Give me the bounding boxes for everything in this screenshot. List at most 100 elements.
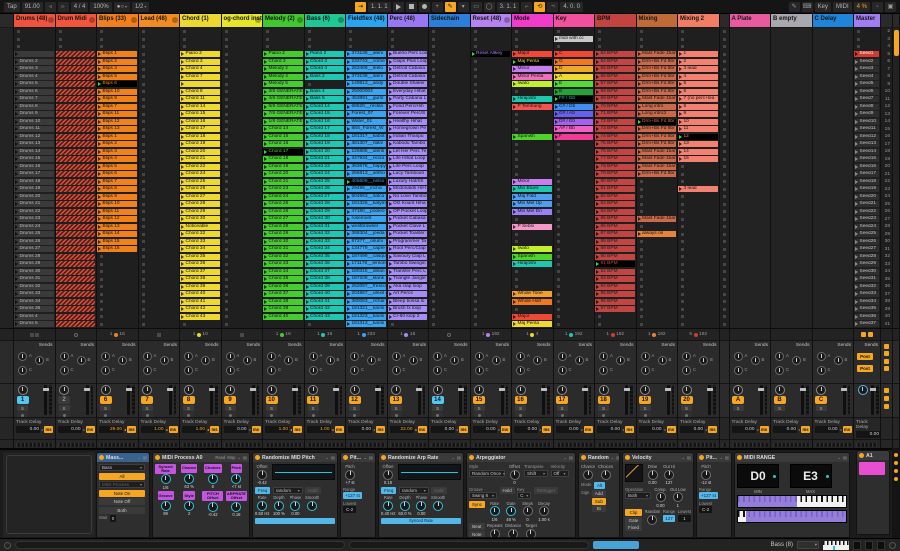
delay-spinner-icon[interactable]: ◂ — [622, 427, 624, 432]
clip[interactable] — [55, 148, 95, 155]
clip[interactable]: Chord 25 — [180, 178, 220, 185]
clip[interactable]: Chord 22 — [180, 163, 220, 170]
track-delay-value[interactable]: 29.00 — [99, 426, 123, 433]
clip-stop-button[interactable] — [224, 307, 228, 311]
bi-button[interactable]: Bi — [591, 505, 606, 512]
solo-button[interactable]: S — [639, 405, 651, 411]
clip-stop-button[interactable] — [432, 127, 435, 131]
clip[interactable]: Seed26 — [854, 238, 879, 245]
clip[interactable]: Chord 43 — [304, 313, 344, 320]
time-signature[interactable]: 4 / 4 — [70, 1, 89, 12]
volume-fader[interactable] — [250, 385, 256, 415]
clip[interactable]: Chord 28 — [263, 223, 303, 230]
clip-stop-button[interactable] — [639, 307, 643, 311]
clip-stop-button[interactable] — [722, 82, 726, 86]
clip-stop-button[interactable] — [224, 45, 228, 49]
clip-stop-button[interactable] — [349, 30, 352, 34]
send-a-knob[interactable] — [599, 352, 608, 361]
clip[interactable]: Blips 13 — [97, 126, 137, 133]
random-dropdown[interactable]: random ▾ — [272, 486, 303, 494]
delay-spinner-icon[interactable]: ◂ — [41, 427, 43, 432]
clip[interactable]: 373138__aleni — [346, 73, 386, 80]
smooth-knob[interactable]: Smooth — [305, 495, 319, 511]
track-delay-value[interactable]: 0.00 — [773, 426, 797, 433]
clip[interactable]: 65 BPM — [595, 66, 635, 73]
clip[interactable]: Tambo Swingin — [387, 261, 427, 268]
track-delay-value[interactable]: 1.00 — [182, 426, 206, 433]
track-header-b-empty[interactable]: B empty — [771, 14, 812, 27]
clip[interactable]: Chord 24 — [304, 171, 344, 178]
clip[interactable]: Blips 2 — [97, 141, 137, 148]
clip-stop-button[interactable] — [722, 277, 726, 281]
clip[interactable]: Lucy Tambouri — [387, 171, 427, 178]
clip[interactable]: Root Perc/Clap — [387, 246, 427, 253]
clip[interactable]: 134779__capre — [346, 246, 386, 253]
clip[interactable]: Chord 40 — [304, 291, 344, 298]
clip[interactable]: 6/8 GENERATE — [263, 103, 303, 110]
clip[interactable] — [55, 268, 95, 275]
clip[interactable]: 82 BPM — [595, 193, 635, 200]
clip[interactable]: 69 BPM — [595, 96, 635, 103]
clip-stop-button[interactable] — [681, 292, 684, 296]
solo-button[interactable]: S — [598, 405, 609, 411]
clip-stop-button[interactable] — [141, 67, 145, 71]
clip[interactable]: Life Perc Loop — [387, 163, 427, 170]
fold-icon[interactable]: ⌄ — [326, 455, 330, 460]
clip-stop-button[interactable] — [224, 127, 228, 131]
choices-knob[interactable]: Choices — [598, 464, 613, 480]
cue-volume-knob[interactable] — [857, 385, 868, 395]
clip[interactable]: Seed10 — [854, 118, 879, 125]
clip[interactable]: Chord 16 — [304, 118, 344, 125]
clip-stop-button[interactable] — [473, 45, 477, 49]
clip-stop-button[interactable] — [224, 240, 228, 244]
clip-stop-button[interactable] — [349, 37, 352, 41]
clip[interactable]: Mast Fade 1bar — [636, 51, 676, 58]
device-title-bar[interactable]: MIDI RANGE ⌄ ▤ — [735, 453, 849, 462]
clip[interactable]: Seed35 — [854, 306, 879, 313]
crossfader[interactable] — [99, 442, 136, 447]
clip[interactable]: Chord 29 — [263, 231, 303, 238]
fold-icon[interactable]: ⌄ — [720, 455, 724, 460]
clip-stop-button[interactable] — [473, 150, 477, 154]
clip[interactable]: Seed30 — [854, 268, 879, 275]
clip[interactable]: Chord 40 — [263, 313, 303, 320]
clip[interactable]: Iwato — [512, 81, 552, 88]
clip-stop-button[interactable] — [473, 307, 477, 311]
clip-stop-button[interactable] — [515, 285, 518, 289]
send-c-knob[interactable] — [557, 366, 567, 375]
volume-fader[interactable] — [333, 385, 339, 415]
clip[interactable]: Chord 31 — [263, 246, 303, 253]
delay-spinner-icon[interactable]: ◂ — [290, 427, 292, 432]
clip[interactable]: 181323__kaoni — [346, 313, 386, 320]
clip[interactable]: Drm+Bs Fd 8br — [636, 126, 676, 133]
clip[interactable]: Noticeable — [180, 223, 220, 230]
clip-stop-button[interactable] — [473, 37, 477, 41]
send-a-knob[interactable] — [474, 352, 484, 361]
post-toggle[interactable]: Post — [857, 353, 873, 360]
clip[interactable] — [55, 96, 95, 103]
clip[interactable]: 66 BPM — [595, 73, 635, 80]
clip[interactable]: 8 — [678, 103, 718, 110]
clip-stop-button[interactable] — [100, 300, 103, 304]
clip[interactable]: Chord 34 — [180, 246, 220, 253]
clip-stop-button[interactable] — [432, 75, 435, 79]
clip[interactable]: Blips 9 — [97, 193, 137, 200]
clip[interactable]: Seed24 — [854, 223, 879, 230]
save-preset-icon[interactable]: ▤ — [843, 455, 847, 460]
groove-dropdown[interactable]: Swing 8 ▾ — [469, 492, 497, 499]
clip-stop-button[interactable] — [722, 30, 726, 34]
clip-stop-button[interactable] — [515, 37, 518, 41]
clip[interactable]: Chord 30 — [263, 238, 303, 245]
save-preset-icon[interactable]: ▤ — [369, 455, 373, 460]
clip-stop-button[interactable] — [556, 202, 560, 206]
clip[interactable]: 453891__gurst — [346, 96, 386, 103]
volume-fader[interactable] — [42, 385, 49, 415]
clip-stop-button[interactable] — [598, 30, 601, 34]
clip[interactable]: Major — [512, 313, 552, 320]
clip-stop-button[interactable] — [224, 165, 228, 169]
track-activator-button[interactable]: 15 — [473, 396, 485, 404]
delay-spinner-icon[interactable]: ◂ — [539, 427, 541, 432]
clip[interactable]: Cr-60 loop 2 — [387, 313, 427, 320]
clip-stop-button[interactable] — [307, 322, 311, 326]
clip[interactable]: Blips 1 — [97, 51, 137, 58]
